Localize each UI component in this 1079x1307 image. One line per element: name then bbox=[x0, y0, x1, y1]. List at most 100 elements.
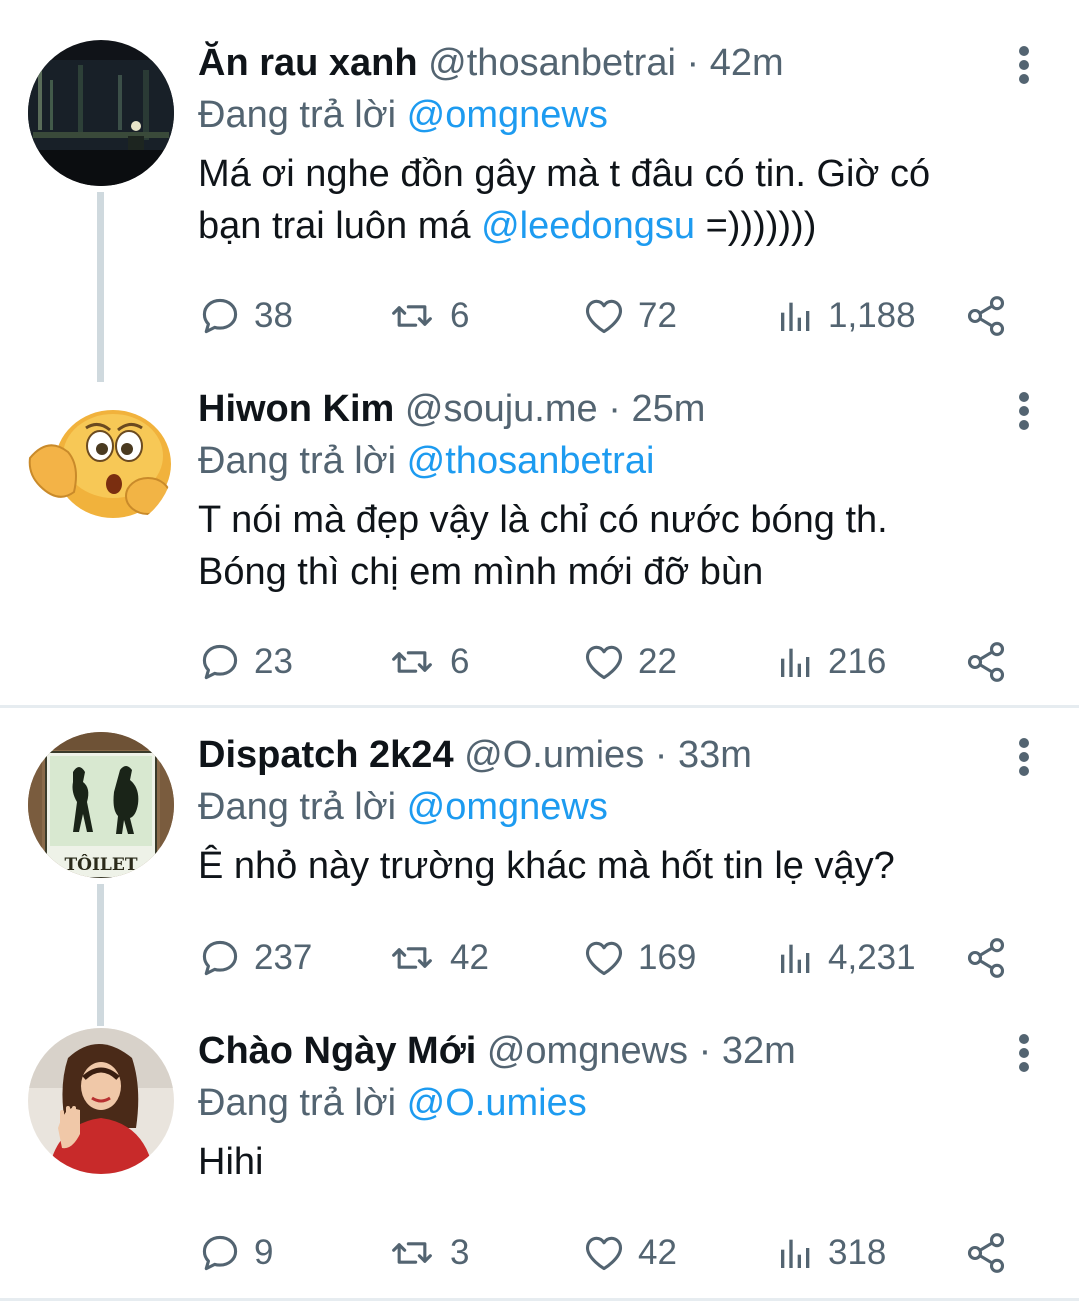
share-button[interactable] bbox=[964, 637, 1008, 687]
reply-prefix: Đang trả lời bbox=[198, 440, 397, 482]
view-count: 4,231 bbox=[828, 938, 916, 977]
retweet-count: 6 bbox=[450, 296, 470, 335]
reply-button[interactable]: 237 bbox=[198, 933, 312, 983]
tweet[interactable]: Hiwon Kim @souju.me · 25m Đang trả lời @… bbox=[0, 380, 1079, 705]
display-name[interactable]: Hiwon Kim bbox=[198, 388, 394, 430]
tweet-header: Dispatch 2k24 @O.umies · 33m bbox=[198, 732, 1009, 778]
username[interactable]: @omgnews bbox=[487, 1030, 688, 1072]
more-icon-dot bbox=[1019, 406, 1029, 416]
views-icon bbox=[776, 1233, 816, 1273]
share-button[interactable] bbox=[964, 1228, 1008, 1278]
text-mention[interactable]: @leedongsu bbox=[481, 205, 695, 247]
tweet[interactable]: Ăn rau xanh @thosanbetrai · 42m Đang trả… bbox=[0, 0, 1079, 382]
retweet-count: 42 bbox=[450, 938, 489, 977]
more-icon-dot bbox=[1019, 1062, 1029, 1072]
reply-prefix: Đang trả lời bbox=[198, 94, 397, 136]
reply-mention[interactable]: @thosanbetrai bbox=[407, 440, 655, 482]
display-name[interactable]: Ăn rau xanh bbox=[198, 42, 418, 84]
tweet-text-line: T nói mà đẹp vậy là chỉ có nước bóng th. bbox=[198, 499, 888, 541]
tweet-text: Ê nhỏ này trường khác mà hốt tin lẹ vậy? bbox=[198, 840, 1009, 892]
avatar[interactable] bbox=[28, 40, 174, 186]
action-bar: 38 6 72 1,188 bbox=[198, 291, 1028, 341]
views-button[interactable]: 318 bbox=[776, 1228, 886, 1278]
like-button[interactable]: 72 bbox=[582, 291, 677, 341]
view-count: 318 bbox=[828, 1233, 887, 1272]
display-name[interactable]: Dispatch 2k24 bbox=[198, 734, 454, 776]
view-count: 216 bbox=[828, 642, 887, 681]
more-options-button[interactable] bbox=[1014, 40, 1034, 90]
views-button[interactable]: 216 bbox=[776, 637, 886, 687]
more-options-button[interactable] bbox=[1014, 386, 1034, 436]
like-button[interactable]: 42 bbox=[582, 1228, 677, 1278]
timestamp[interactable]: 42m bbox=[710, 42, 784, 84]
views-button[interactable]: 4,231 bbox=[776, 933, 916, 983]
more-icon-dot bbox=[1019, 1048, 1029, 1058]
tweet[interactable]: TÔILET Dispatch 2k24 @O.umies · 33m Đang… bbox=[0, 708, 1079, 1026]
share-button[interactable] bbox=[964, 933, 1008, 983]
retweet-button[interactable]: 6 bbox=[386, 637, 469, 687]
more-icon bbox=[1019, 1034, 1029, 1044]
avatar[interactable] bbox=[28, 386, 174, 532]
reply-button[interactable]: 38 bbox=[198, 291, 293, 341]
like-count: 169 bbox=[638, 938, 697, 977]
heart-icon bbox=[582, 640, 626, 684]
share-button[interactable] bbox=[964, 291, 1008, 341]
more-options-button[interactable] bbox=[1014, 1028, 1034, 1078]
share-icon bbox=[964, 640, 1008, 684]
retweet-button[interactable]: 3 bbox=[386, 1228, 469, 1278]
retweet-icon bbox=[386, 640, 438, 684]
tweet-header: Hiwon Kim @souju.me · 25m bbox=[198, 386, 1009, 432]
tweet-text-line: Bóng thì chị em mình mới đỡ bùn bbox=[198, 551, 764, 593]
more-icon bbox=[1019, 738, 1029, 748]
like-button[interactable]: 22 bbox=[582, 637, 677, 687]
avatar-sign-text: TÔILET bbox=[65, 854, 138, 875]
tweet-text-line: Ê nhỏ này trường khác mà hốt tin lẹ vậy? bbox=[198, 845, 895, 887]
thread-line bbox=[97, 884, 104, 1026]
like-button[interactable]: 169 bbox=[582, 933, 696, 983]
reply-mention[interactable]: @omgnews bbox=[407, 94, 608, 136]
tweet-text-line: bạn trai luôn má @leedongsu =))))))) bbox=[198, 200, 1009, 252]
tweet-header: Ăn rau xanh @thosanbetrai · 42m bbox=[198, 40, 1009, 86]
tweet[interactable]: Chào Ngày Mới @omgnews · 32m Đang trả lờ… bbox=[0, 1026, 1079, 1307]
timestamp[interactable]: 32m bbox=[722, 1030, 796, 1072]
timestamp[interactable]: 33m bbox=[678, 734, 752, 776]
tweet-text-line: Má ơi nghe đồn gây mà t đâu có tin. Giờ … bbox=[198, 153, 931, 195]
retweet-button[interactable]: 42 bbox=[386, 933, 489, 983]
like-count: 22 bbox=[638, 642, 677, 681]
tweet-content: Hiwon Kim @souju.me · 25m Đang trả lời @… bbox=[198, 386, 1009, 598]
reply-prefix: Đang trả lời bbox=[198, 1082, 397, 1124]
avatar[interactable]: TÔILET bbox=[28, 732, 174, 878]
display-name[interactable]: Chào Ngày Mới bbox=[198, 1030, 476, 1072]
reply-button[interactable]: 9 bbox=[198, 1228, 273, 1278]
timestamp[interactable]: 25m bbox=[631, 388, 705, 430]
like-count: 72 bbox=[638, 296, 677, 335]
views-button[interactable]: 1,188 bbox=[776, 291, 916, 341]
retweet-count: 3 bbox=[450, 1233, 470, 1272]
reply-context: Đang trả lời @O.umies bbox=[198, 1080, 1009, 1126]
reply-icon bbox=[198, 640, 242, 684]
reply-mention[interactable]: @omgnews bbox=[407, 786, 608, 828]
more-icon-dot bbox=[1019, 60, 1029, 70]
reply-context: Đang trả lời @omgnews bbox=[198, 784, 1009, 830]
reply-button[interactable]: 23 bbox=[198, 637, 293, 687]
views-icon bbox=[776, 642, 816, 682]
tweet-text-part: bạn trai luôn má bbox=[198, 205, 482, 247]
like-count: 42 bbox=[638, 1233, 677, 1272]
retweet-count: 6 bbox=[450, 642, 470, 681]
more-options-button[interactable] bbox=[1014, 732, 1034, 782]
more-icon-dot bbox=[1019, 420, 1029, 430]
retweet-icon bbox=[386, 936, 438, 980]
reply-mention[interactable]: @O.umies bbox=[407, 1082, 587, 1124]
views-icon bbox=[776, 938, 816, 978]
heart-icon bbox=[582, 294, 626, 338]
retweet-icon bbox=[386, 294, 438, 338]
reply-icon bbox=[198, 936, 242, 980]
avatar[interactable] bbox=[28, 1028, 174, 1174]
share-icon bbox=[964, 1231, 1008, 1275]
more-icon bbox=[1019, 392, 1029, 402]
username[interactable]: @thosanbetrai bbox=[428, 42, 676, 84]
retweet-button[interactable]: 6 bbox=[386, 291, 469, 341]
username[interactable]: @O.umies bbox=[464, 734, 644, 776]
username[interactable]: @souju.me bbox=[405, 388, 598, 430]
tweet-content: Chào Ngày Mới @omgnews · 32m Đang trả lờ… bbox=[198, 1028, 1009, 1188]
